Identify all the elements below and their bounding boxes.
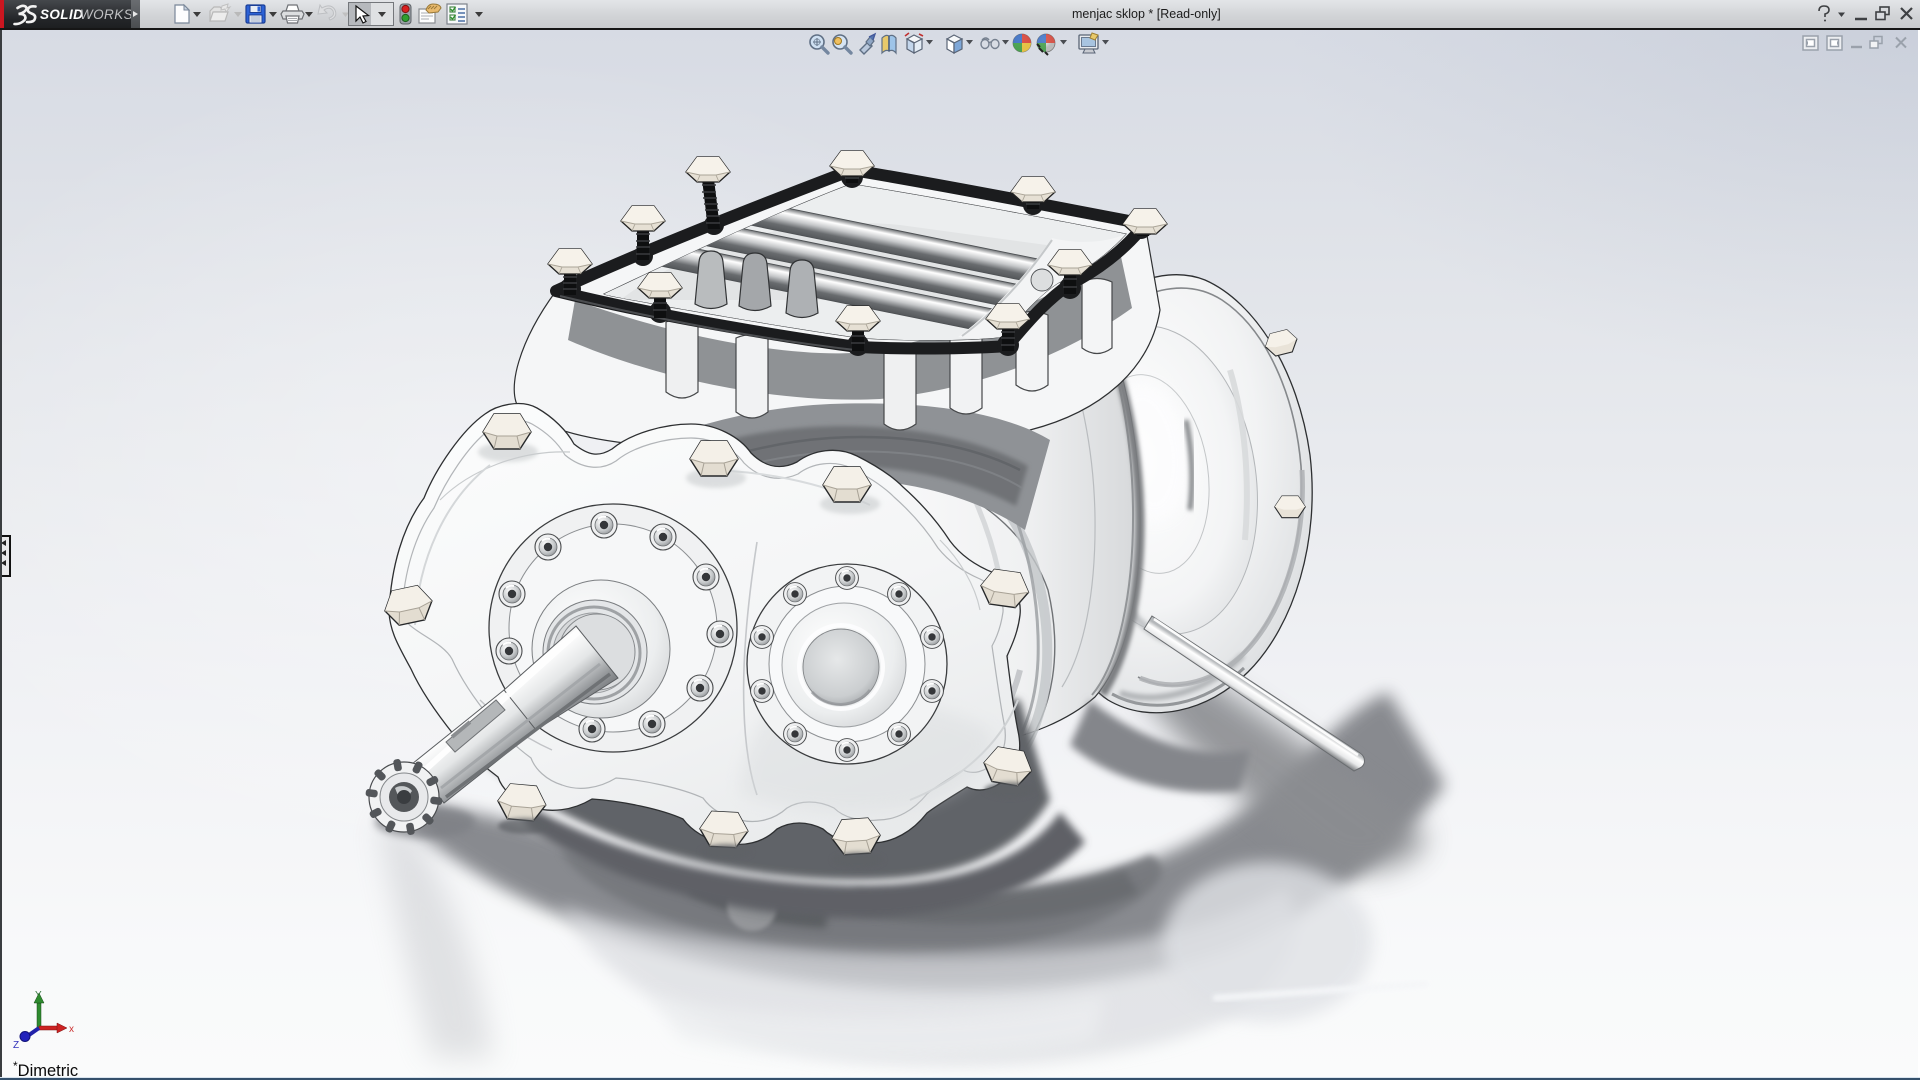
svg-text:x: x bbox=[69, 1024, 74, 1035]
svg-text:Z: Z bbox=[13, 1040, 19, 1051]
